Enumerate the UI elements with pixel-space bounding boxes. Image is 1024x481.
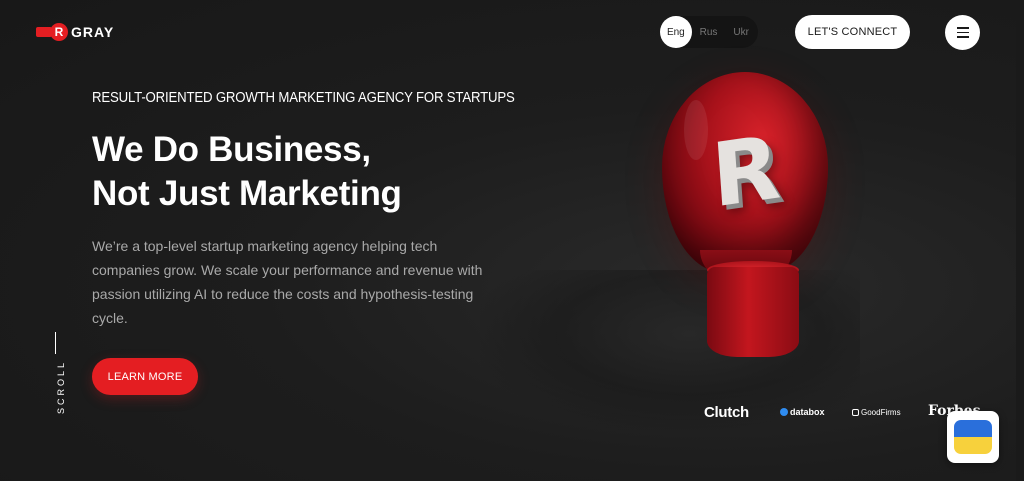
goodfirms-label: GoodFirms: [861, 408, 901, 417]
lets-connect-button[interactable]: LET'S CONNECT: [795, 15, 910, 49]
flag-blue-stripe: [954, 420, 992, 437]
lang-option-ukr[interactable]: Ukr: [725, 16, 757, 48]
databox-icon: [780, 408, 788, 416]
hamburger-icon-line: [956, 36, 969, 38]
menu-button[interactable]: [945, 15, 980, 50]
hamburger-icon-line: [956, 31, 969, 34]
logo-mark-icon: R: [36, 22, 68, 42]
clutch-logo[interactable]: Clutch: [704, 404, 749, 421]
scroll-indicator[interactable]: SCROLL: [48, 332, 67, 416]
ukraine-flag-icon: [954, 420, 992, 454]
bulb-shadow: [480, 270, 860, 430]
hero-headline: We Do Business, Not Just Marketing: [92, 128, 402, 216]
lang-option-rus[interactable]: Rus: [693, 16, 725, 48]
learn-more-button[interactable]: LEARN MORE: [92, 358, 198, 395]
hero-description: We’re a top-level startup marketing agen…: [92, 238, 483, 326]
scroll-label: SCROLL: [56, 359, 67, 415]
bulb-letter: R: [708, 115, 784, 228]
databox-label: databox: [790, 407, 825, 417]
bulb-highlight: [684, 100, 708, 160]
page-scrollbar[interactable]: [1016, 0, 1024, 481]
headline-line-1: We Do Business,: [92, 130, 371, 169]
hero-subheading: RESULT-ORIENTED GROWTH MARKETING AGENCY …: [92, 89, 515, 106]
goodfirms-icon: [852, 409, 859, 416]
scroll-line: [55, 332, 56, 354]
language-switcher: Eng Rus Ukr: [660, 16, 758, 48]
hero-lightbulb-illustration: R: [480, 60, 860, 430]
logo-text: GRAY: [71, 24, 115, 40]
hamburger-icon: [956, 27, 969, 29]
ukraine-support-badge[interactable]: [947, 411, 999, 463]
bulb-cap: [707, 267, 799, 357]
headline-line-2: Not Just Marketing: [92, 174, 402, 213]
lang-option-eng[interactable]: Eng: [660, 16, 692, 48]
flag-yellow-stripe: [954, 437, 992, 454]
logo-circle: R: [50, 23, 68, 41]
databox-logo[interactable]: databox: [780, 407, 825, 417]
brand-logo[interactable]: R GRAY: [36, 22, 114, 42]
goodfirms-logo[interactable]: GoodFirms: [852, 408, 901, 417]
